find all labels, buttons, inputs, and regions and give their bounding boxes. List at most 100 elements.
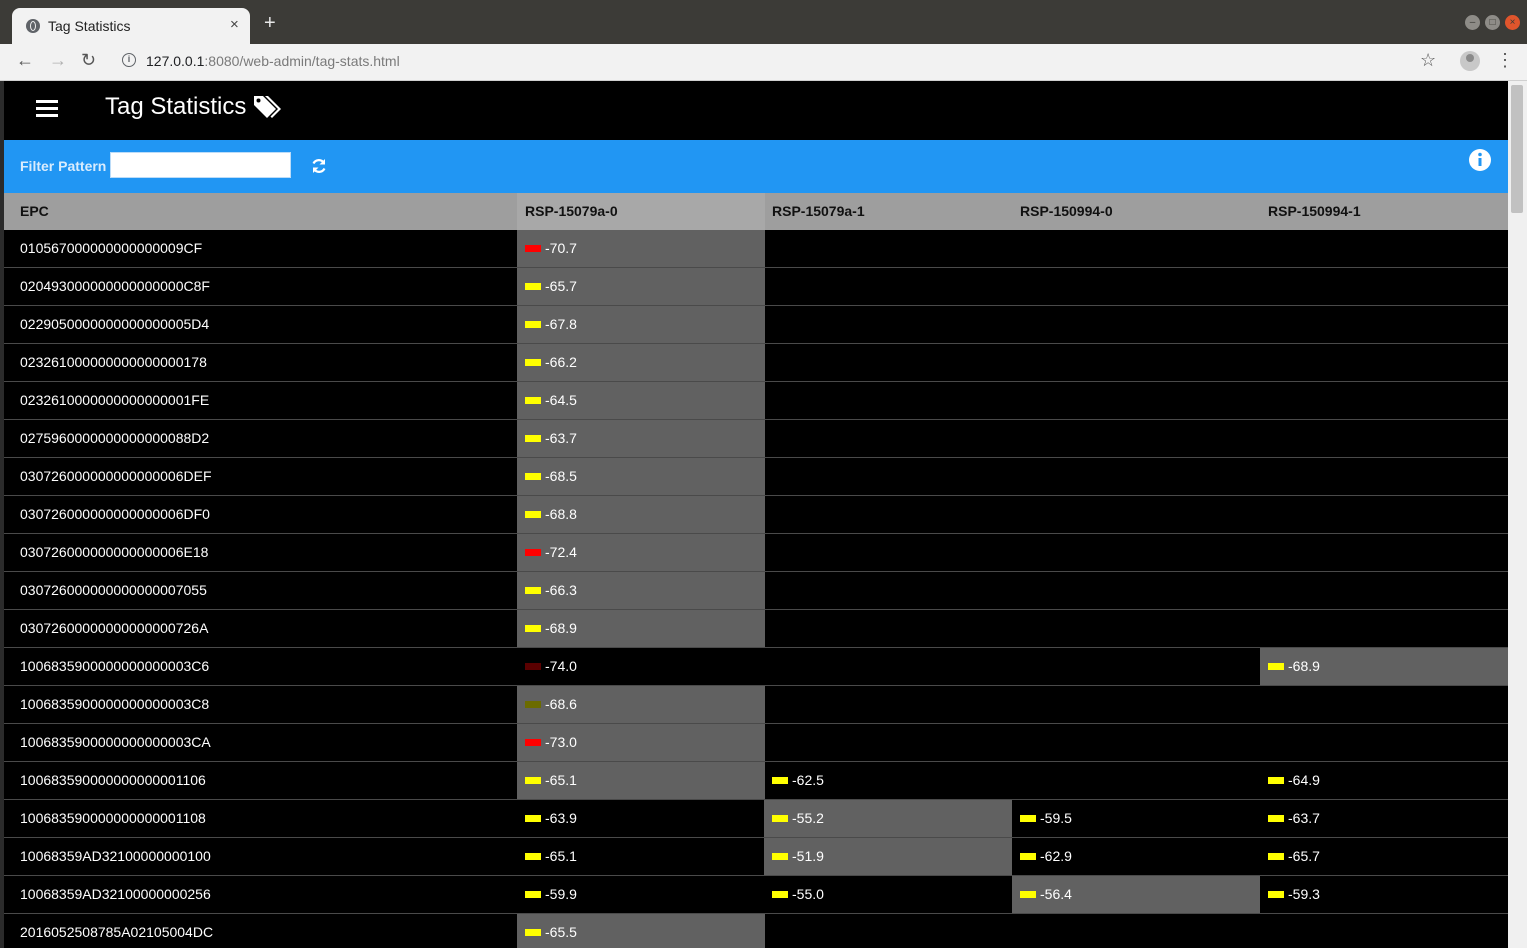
table-row[interactable]: 10068359AD32100000000100 -65.1 -51.9 -62.9 -… xyxy=(4,838,1508,876)
table-row[interactable]: 1006835900000000000003C6 -74.0 -68.9 xyxy=(4,648,1508,686)
table-row[interactable]: 030726000000000000006E18 -72.4 xyxy=(4,534,1508,572)
table-row[interactable]: 020493000000000000000C8F -65.7 xyxy=(4,268,1508,306)
epc-cell: 10068359AD32100000000100 xyxy=(20,848,211,864)
table-header: EPC RSP-15079a-0 RSP-15079a-1 RSP-150994-0 R… xyxy=(4,193,1508,230)
rssi-value: -63.7 xyxy=(1268,800,1320,837)
epc-cell: 1006835900000000000003CA xyxy=(20,734,211,750)
table-row[interactable]: 030726000000000000007055 -66.3 xyxy=(4,572,1508,610)
column-header[interactable]: RSP-15079a-1 xyxy=(764,193,1012,230)
browser-toolbar: ← → ↻ i 127.0.0.1:8080/web-admin/tag-sta… xyxy=(0,44,1527,81)
back-arrow-icon[interactable]: ← xyxy=(16,50,34,71)
table-row[interactable]: 10068359AD32100000000256 -59.9 -55.0 -56.4 -… xyxy=(4,876,1508,914)
rssi-cell: -73.0 xyxy=(517,724,765,761)
column-header[interactable]: RSP-15079a-0 xyxy=(517,193,765,230)
rssi-value: -59.3 xyxy=(1268,876,1320,913)
rssi-value: -62.5 xyxy=(772,762,824,799)
rssi-value: -64.5 xyxy=(525,382,577,419)
epc-cell: 030726000000000000006E18 xyxy=(20,544,209,560)
table-row[interactable]: 010567000000000000009CF -70.7 xyxy=(4,230,1508,268)
rssi-cell: -72.4 xyxy=(517,534,765,571)
table-row[interactable]: 03072600000000000000726A -68.9 xyxy=(4,610,1508,648)
scrollbar-thumb[interactable] xyxy=(1511,85,1523,213)
window-minimize-button[interactable]: – xyxy=(1465,15,1480,30)
rssi-value: -70.7 xyxy=(525,230,577,267)
filter-bar: Filter Pattern xyxy=(4,140,1508,193)
filter-pattern-label: Filter Pattern xyxy=(20,158,107,174)
reload-icon[interactable]: ↻ xyxy=(81,50,96,71)
table-row[interactable]: 0232610000000000000001FE -64.5 xyxy=(4,382,1508,420)
rssi-value: -59.5 xyxy=(1020,800,1072,837)
table-row[interactable]: 100683590000000000001108 -63.9 -55.2 -59.5 -… xyxy=(4,800,1508,838)
browser-tabstrip: Tag Statistics × + – □ × xyxy=(0,0,1527,44)
epc-cell: 1006835900000000000003C6 xyxy=(20,658,210,674)
browser-tab[interactable]: Tag Statistics × xyxy=(12,8,250,44)
rssi-cell: -66.3 xyxy=(517,572,765,609)
table-row[interactable]: 0275960000000000000088D2 -63.7 xyxy=(4,420,1508,458)
table-row[interactable]: 2016052508785A02105004DC -65.5 xyxy=(4,914,1508,948)
epc-cell: 030726000000000000007055 xyxy=(20,582,207,598)
address-bar[interactable]: 127.0.0.1:8080/web-admin/tag-stats.html xyxy=(146,53,400,69)
table-row[interactable]: 100683590000000000001106 -65.1 -62.5 -64.9 xyxy=(4,762,1508,800)
rssi-value: -63.9 xyxy=(525,800,577,837)
site-info-icon[interactable]: i xyxy=(122,53,136,67)
forward-arrow-icon[interactable]: → xyxy=(49,50,67,71)
rssi-value: -66.2 xyxy=(525,344,577,381)
table-row[interactable]: 1006835900000000000003C8 -68.6 xyxy=(4,686,1508,724)
table-row[interactable]: 030726000000000000006DF0 -68.8 xyxy=(4,496,1508,534)
rssi-cell: -68.8 xyxy=(517,496,765,533)
rssi-value: -62.9 xyxy=(1020,838,1072,875)
epc-cell: 030726000000000000006DEF xyxy=(20,468,212,484)
column-header[interactable]: RSP-150994-0 xyxy=(1012,193,1260,230)
rssi-cell: -59.3 xyxy=(1260,876,1508,913)
epc-cell: 0275960000000000000088D2 xyxy=(20,430,210,446)
rssi-cell: -51.9 xyxy=(764,838,1012,875)
rssi-value: -65.1 xyxy=(525,762,577,799)
rssi-value: -65.7 xyxy=(525,268,577,305)
url-path: :8080/web-admin/tag-stats.html xyxy=(204,53,400,69)
scrollbar[interactable] xyxy=(1508,81,1527,948)
rssi-cell: -67.8 xyxy=(517,306,765,343)
bookmark-star-icon[interactable]: ☆ xyxy=(1420,50,1436,71)
rssi-cell: -65.1 xyxy=(517,762,765,799)
refresh-icon[interactable] xyxy=(310,157,328,175)
rssi-cell: -59.5 xyxy=(1012,800,1260,837)
rssi-cell: -65.7 xyxy=(517,268,765,305)
window-maximize-button[interactable]: □ xyxy=(1485,15,1500,30)
globe-icon xyxy=(26,19,40,33)
epc-cell: 030726000000000000006DF0 xyxy=(20,506,210,522)
filter-pattern-input[interactable] xyxy=(110,152,291,178)
epc-cell: 1006835900000000000003C8 xyxy=(20,696,210,712)
rssi-value: -56.4 xyxy=(1020,876,1072,913)
rssi-value: -55.2 xyxy=(772,800,824,837)
rssi-cell: -70.7 xyxy=(517,230,765,267)
tags-icon xyxy=(254,96,281,118)
rssi-cell: -65.7 xyxy=(1260,838,1508,875)
rssi-cell: -62.9 xyxy=(1012,838,1260,875)
rssi-cell: -55.0 xyxy=(764,876,1012,913)
table-row[interactable]: 023261000000000000000178 -66.2 xyxy=(4,344,1508,382)
profile-avatar-icon[interactable] xyxy=(1460,51,1480,71)
browser-menu-icon[interactable]: ⋮ xyxy=(1496,50,1514,71)
rssi-cell: -63.7 xyxy=(1260,800,1508,837)
rssi-value: -65.5 xyxy=(525,914,577,948)
rssi-value: -64.9 xyxy=(1268,762,1320,799)
info-icon[interactable] xyxy=(1468,148,1492,172)
window-close-button[interactable]: × xyxy=(1505,15,1520,30)
epc-cell: 010567000000000000009CF xyxy=(20,240,203,256)
rssi-value: -68.8 xyxy=(525,496,577,533)
epc-cell: 2016052508785A02105004DC xyxy=(20,924,214,940)
rssi-cell: -56.4 xyxy=(1012,876,1260,913)
table-row[interactable]: 0229050000000000000005D4 -67.8 xyxy=(4,306,1508,344)
column-header[interactable]: EPC xyxy=(20,193,420,230)
hamburger-menu-icon[interactable] xyxy=(36,100,58,118)
url-host: 127.0.0.1 xyxy=(146,53,205,69)
new-tab-icon[interactable]: + xyxy=(264,13,276,33)
tab-close-icon[interactable]: × xyxy=(230,16,239,33)
epc-cell: 10068359AD32100000000256 xyxy=(20,886,211,902)
table-body: 010567000000000000009CF -70.7 020493000000… xyxy=(4,230,1508,948)
table-row[interactable]: 030726000000000000006DEF -68.5 xyxy=(4,458,1508,496)
epc-cell: 100683590000000000001106 xyxy=(20,772,206,788)
column-header[interactable]: RSP-150994-1 xyxy=(1260,193,1508,230)
table-row[interactable]: 1006835900000000000003CA -73.0 xyxy=(4,724,1508,762)
epc-cell: 020493000000000000000C8F xyxy=(20,278,210,294)
